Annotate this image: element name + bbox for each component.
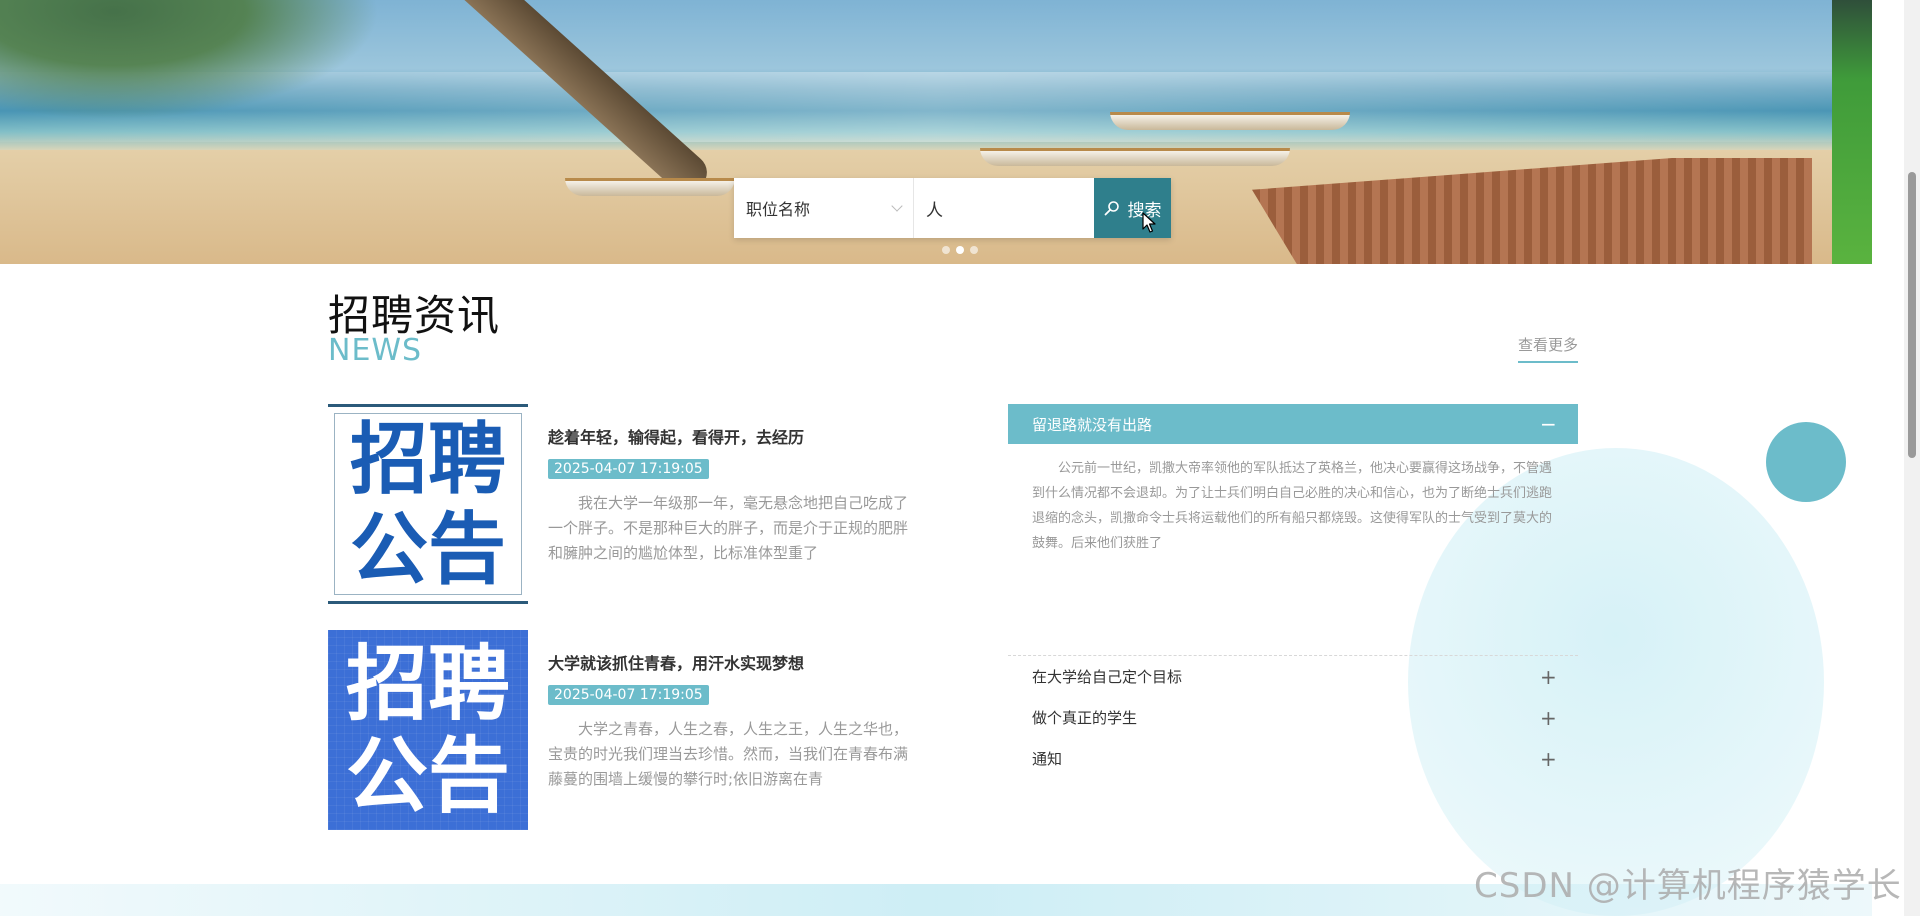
accordion-header-open[interactable]: 留退路就没有出路 −: [1008, 404, 1578, 444]
thumbnail-text-line: 公告: [349, 504, 506, 595]
news-item[interactable]: 招聘 公告 大学就该抓住青春，用汗水实现梦想 2025-04-07 17:19:…: [328, 630, 908, 830]
banner-indicator-dot[interactable]: [942, 246, 950, 254]
decorative-circle: [1766, 422, 1846, 502]
banner-indicators[interactable]: [942, 246, 978, 254]
scrollbar-thumb[interactable]: [1908, 172, 1916, 458]
news-excerpt: 我在大学一年级那一年，毫无悬念地把自己吃成了一个胖子。不是那种巨大的胖子，而是介…: [548, 494, 908, 562]
news-thumbnail[interactable]: 招聘 公告: [328, 630, 528, 830]
banner-palm-leaves: [0, 0, 380, 120]
search-icon: [1104, 201, 1119, 216]
thumbnail-text-line: 招聘: [345, 637, 510, 732]
news-body: 趁着年轻，输得起，看得开，去经历 2025-04-07 17:19:05 我在大…: [548, 424, 908, 566]
thumbnail-text-line: 招聘: [349, 414, 506, 505]
thumbnail-text-line: 公告: [345, 729, 510, 824]
view-more-link[interactable]: 查看更多: [1518, 334, 1579, 363]
accordion-item-title: 在大学给自己定个目标: [1032, 668, 1183, 686]
accordion-item-title: 做个真正的学生: [1032, 709, 1138, 727]
news-excerpt: 大学之青春，人生之春，人生之王，人生之华也，宝贵的时光我们理当去珍惜。然而，当我…: [548, 720, 908, 788]
banner-boat: [980, 148, 1290, 166]
accordion-item[interactable]: 在大学给自己定个目标 +: [1008, 656, 1578, 697]
accordion-header-title: 留退路就没有出路: [1032, 415, 1153, 434]
watermark: CSDN @计算机程序猿学长: [1474, 866, 1902, 906]
news-thumbnail[interactable]: 招聘 公告: [328, 404, 528, 604]
banner-boat: [1110, 112, 1350, 130]
search-input[interactable]: [914, 178, 1094, 238]
expand-icon[interactable]: +: [1540, 665, 1557, 689]
banner-indicator-dot[interactable]: [970, 246, 978, 254]
news-date-badge: 2025-04-07 17:19:05: [548, 459, 709, 479]
search-button[interactable]: 搜索: [1094, 178, 1171, 238]
search-bar: 职位名称 搜索: [734, 178, 1171, 238]
expand-icon[interactable]: +: [1540, 706, 1557, 730]
news-title[interactable]: 趁着年轻，输得起，看得开，去经历: [548, 424, 908, 448]
accordion-item[interactable]: 做个真正的学生 +: [1008, 697, 1578, 738]
news-item[interactable]: 招聘 公告 趁着年轻，输得起，看得开，去经历 2025-04-07 17:19:…: [328, 404, 908, 604]
section-subtitle: NEWS: [328, 333, 423, 368]
faq-accordion: 留退路就没有出路 − 公元前一世纪，凯撒大帝率领他的军队抵达了英格兰，他决心要赢…: [1008, 404, 1578, 779]
chevron-down-icon: [891, 200, 903, 212]
expand-icon[interactable]: +: [1540, 747, 1557, 771]
search-field-select[interactable]: 职位名称: [734, 178, 914, 238]
search-field-select-value: 职位名称: [746, 200, 811, 219]
accordion-item-title: 通知: [1032, 750, 1063, 768]
news-body: 大学就该抓住青春，用汗水实现梦想 2025-04-07 17:19:05 大学之…: [548, 650, 908, 792]
news-title[interactable]: 大学就该抓住青春，用汗水实现梦想: [548, 650, 908, 674]
page-scrollbar[interactable]: [1904, 0, 1920, 916]
mouse-cursor-icon: [1142, 212, 1156, 233]
accordion-item[interactable]: 通知 +: [1008, 738, 1578, 779]
banner-next-slide-edge: [1832, 0, 1872, 264]
banner-boat: [565, 178, 735, 196]
news-date-badge: 2025-04-07 17:19:05: [548, 685, 709, 705]
collapse-icon[interactable]: −: [1540, 412, 1557, 436]
accordion-content: 公元前一世纪，凯撒大帝率领他的军队抵达了英格兰，他决心要赢得这场战争，不管遇到什…: [1008, 444, 1578, 656]
banner-indicator-dot-active[interactable]: [956, 246, 964, 254]
